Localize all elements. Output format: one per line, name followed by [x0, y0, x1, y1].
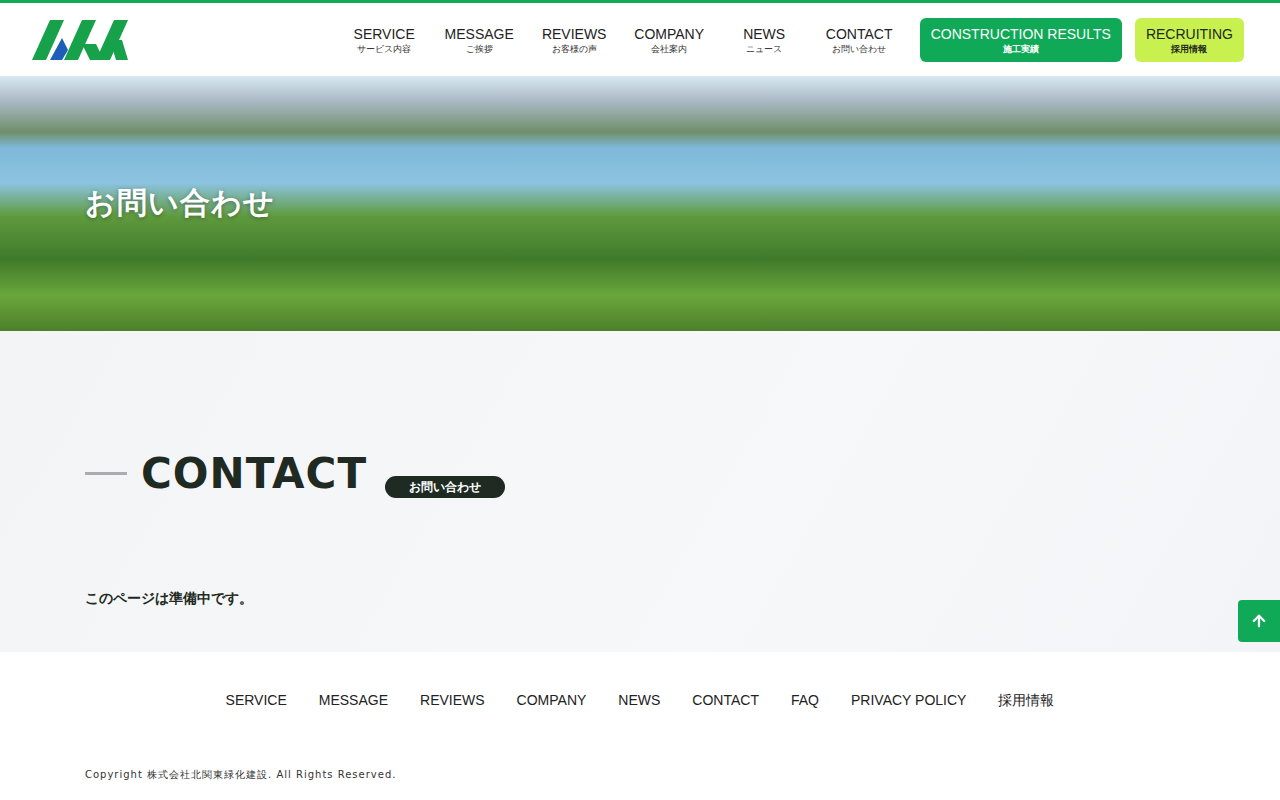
- message: このページは準備中です。: [85, 590, 1195, 608]
- page: SERVICEサービス内容MESSAGEご挨拶REVIEWSお客様の声COMPA…: [0, 0, 1280, 800]
- footer-link[interactable]: MESSAGE: [319, 692, 388, 710]
- recruit-button[interactable]: RECRUITING採用情報: [1135, 18, 1244, 62]
- footer-link[interactable]: PRIVACY POLICY: [851, 692, 966, 710]
- logo-icon[interactable]: [32, 20, 128, 60]
- nav-item[interactable]: CONTACTお問い合わせ: [812, 25, 907, 55]
- hero-image: お問い合わせ: [0, 76, 1280, 331]
- heading-badge: お問い合わせ: [385, 476, 505, 498]
- main-nav: SERVICEサービス内容MESSAGEご挨拶REVIEWSお客様の声COMPA…: [337, 18, 1244, 62]
- footer-link[interactable]: CONTACT: [692, 692, 759, 710]
- heading-line: [85, 472, 127, 475]
- scroll-top-button[interactable]: [1238, 600, 1280, 642]
- heading-row: CONTACT お問い合わせ: [85, 449, 1195, 498]
- footer-link[interactable]: NEWS: [618, 692, 660, 710]
- arrow-up-icon: [1250, 612, 1268, 630]
- nav-item[interactable]: NEWSニュース: [717, 25, 812, 55]
- nav-item[interactable]: SERVICEサービス内容: [337, 25, 432, 55]
- footer-link[interactable]: COMPANY: [517, 692, 587, 710]
- footer-link[interactable]: SERVICE: [226, 692, 287, 710]
- nav-item[interactable]: MESSAGEご挨拶: [432, 25, 527, 55]
- footer-link[interactable]: 採用情報: [998, 692, 1054, 710]
- results-button[interactable]: CONSTRUCTION RESULTS施工実績: [920, 18, 1122, 62]
- footer-link[interactable]: REVIEWS: [420, 692, 485, 710]
- nav-item[interactable]: COMPANY会社案内: [622, 25, 717, 55]
- contact-section: CONTACT お問い合わせこのページは準備中です。: [0, 331, 1280, 652]
- nav-item[interactable]: REVIEWSお客様の声: [527, 25, 622, 55]
- footer-nav: SERVICE MESSAGE REVIEWS COMPANY NEWS CONTACT F…: [85, 692, 1195, 710]
- section-heading: CONTACT: [141, 449, 367, 498]
- copyright: Copyright 株式会社北関東緑化建設. All Rights Reserv…: [85, 768, 1195, 782]
- footer-link[interactable]: FAQ: [791, 692, 819, 710]
- hero-title: お問い合わせ: [85, 183, 275, 224]
- header: SERVICEサービス内容MESSAGEご挨拶REVIEWSお客様の声COMPA…: [0, 3, 1280, 76]
- footer: SERVICE MESSAGE REVIEWS COMPANY NEWS CONTACT F…: [0, 652, 1280, 798]
